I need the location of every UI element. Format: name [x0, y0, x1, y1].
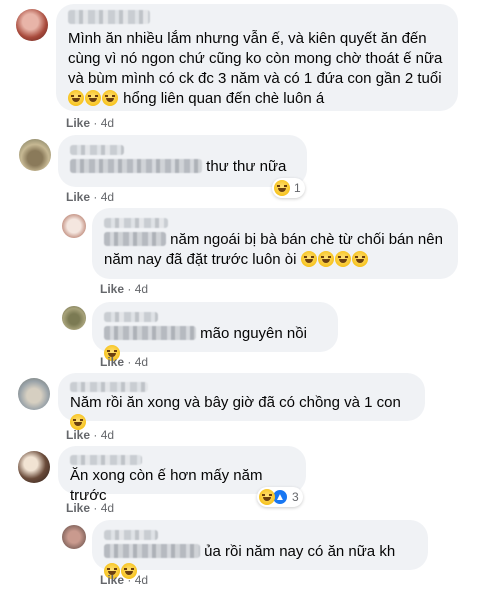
- comment-bubble-2: thư thư nữa: [58, 135, 307, 187]
- comment-text-tail: hổng liên quan đến chè luôn á: [123, 90, 325, 107]
- timestamp[interactable]: 4d: [135, 573, 148, 587]
- avatar[interactable]: [18, 378, 50, 410]
- comment-text: thư thư nữa: [206, 158, 287, 175]
- tagged-user[interactable]: [104, 544, 200, 558]
- comment-meta: Like · 4d: [100, 355, 149, 369]
- comment-meta: Like · 4d: [100, 573, 149, 587]
- laughing-emoji-icon: [68, 90, 84, 106]
- commenter-name[interactable]: [104, 214, 446, 228]
- reply-bubble-3: ủa rồi năm nay có ăn nữa kh: [92, 520, 428, 579]
- commenter-name[interactable]: [104, 526, 416, 540]
- comment-text: mão nguyên nồi: [200, 325, 307, 342]
- timestamp[interactable]: 4d: [135, 355, 148, 369]
- commenter-name[interactable]: [70, 378, 413, 392]
- reply-bubble-1: năm ngoái bị bà bán chè từ chối bán nên …: [92, 208, 458, 279]
- reaction-count: 3: [292, 490, 299, 504]
- laughing-emoji-icon: [317, 251, 334, 267]
- timestamp[interactable]: 4d: [135, 282, 148, 296]
- tagged-user[interactable]: [104, 326, 196, 340]
- timestamp[interactable]: 4d: [101, 501, 114, 515]
- like-link[interactable]: Like: [66, 428, 90, 442]
- laughing-emoji-icon: [274, 180, 290, 196]
- commenter-name[interactable]: [70, 451, 294, 465]
- timestamp[interactable]: 4d: [101, 190, 114, 204]
- comment-meta: Like · 4d: [66, 428, 115, 442]
- laughing-emoji-icon: [300, 251, 317, 267]
- avatar[interactable]: [18, 451, 50, 483]
- like-link[interactable]: Like: [66, 190, 90, 204]
- like-link[interactable]: Like: [100, 355, 124, 369]
- comment-text: ủa rồi năm nay có ăn nữa kh: [204, 543, 396, 560]
- avatar[interactable]: [62, 525, 86, 549]
- comment-meta: Like · 4d: [66, 501, 115, 515]
- avatar[interactable]: [62, 214, 86, 238]
- laughing-emoji-icon: [334, 251, 351, 267]
- comment-bubble-1: Mình ăn nhiều lắm nhưng vẫn ế, và kiên q…: [56, 4, 458, 111]
- avatar[interactable]: [62, 306, 86, 330]
- avatar[interactable]: [16, 9, 48, 41]
- like-link[interactable]: Like: [100, 282, 124, 296]
- commenter-name[interactable]: [68, 10, 446, 28]
- laughing-emoji-icon: [85, 90, 101, 106]
- timestamp[interactable]: 4d: [101, 428, 114, 442]
- comment-meta: Like · 4d: [66, 116, 115, 130]
- laughing-emoji-icon: [102, 90, 118, 106]
- like-link[interactable]: Like: [100, 573, 124, 587]
- reaction-summary[interactable]: 1: [272, 178, 305, 198]
- reaction-summary[interactable]: ▲ 3: [257, 487, 303, 507]
- tagged-user[interactable]: [70, 159, 202, 173]
- like-link[interactable]: Like: [66, 501, 90, 515]
- comment-text: Năm rồi ăn xong và bây giờ đã có chồng v…: [70, 394, 401, 411]
- comment-bubble-3: Năm rồi ăn xong và bây giờ đã có chồng v…: [58, 373, 425, 430]
- comment-meta: Like · 4d: [100, 282, 149, 296]
- laughing-emoji-icon: [259, 489, 275, 505]
- tagged-user[interactable]: [104, 232, 166, 246]
- comment-text: Ăn xong còn ế hơn mấy năm trước: [70, 467, 263, 504]
- comment-text-line2: năm nay đã đặt trước luôn òi: [104, 251, 297, 268]
- commenter-name[interactable]: [104, 308, 326, 322]
- comment-text-line1: năm ngoái bị bà bán chè từ chối bán nên: [170, 231, 443, 248]
- laughing-emoji-icon: [351, 251, 368, 267]
- like-link[interactable]: Like: [66, 116, 90, 130]
- comment-text: Mình ăn nhiều lắm nhưng vẫn ế, và kiên q…: [68, 30, 443, 87]
- avatar[interactable]: [19, 139, 51, 171]
- commenter-name[interactable]: [70, 141, 295, 155]
- reply-bubble-2: mão nguyên nồi: [92, 302, 338, 361]
- comment-meta: Like · 4d: [66, 190, 115, 204]
- reaction-count: 1: [294, 181, 301, 195]
- timestamp[interactable]: 4d: [101, 116, 114, 130]
